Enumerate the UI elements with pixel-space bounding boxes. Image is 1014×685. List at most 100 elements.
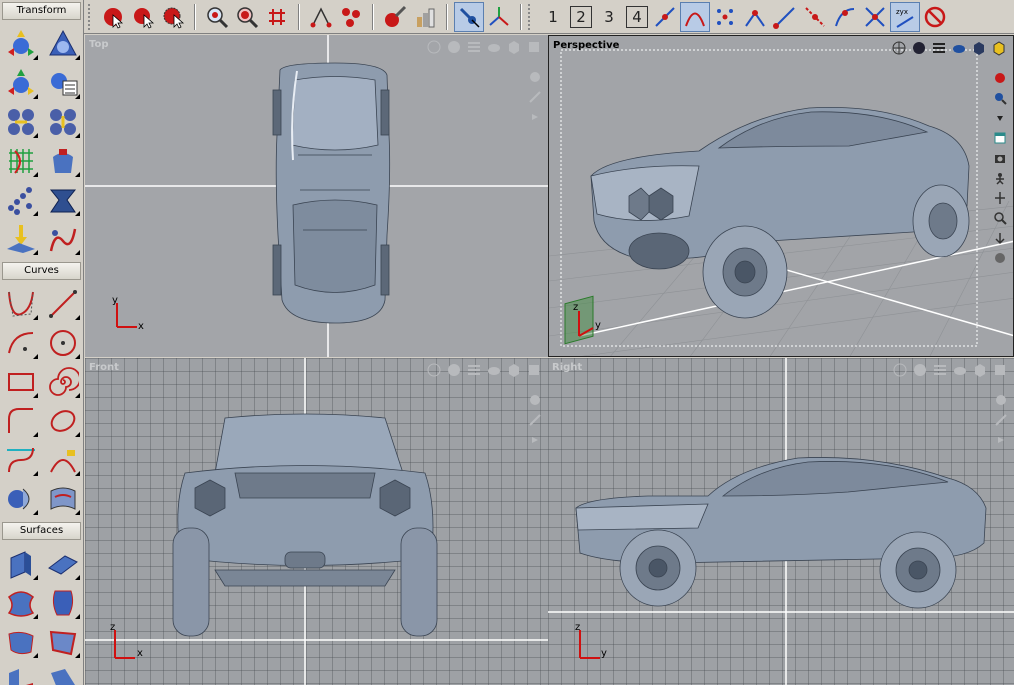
offset-curve-tool[interactable] — [43, 401, 83, 440]
shaded-icon[interactable] — [912, 362, 928, 378]
snap-point-button[interactable] — [710, 2, 740, 32]
shaded-icon[interactable] — [911, 40, 927, 56]
nav-down-icon[interactable] — [993, 230, 1007, 245]
nav-more-icon[interactable] — [528, 109, 542, 123]
wireframe-icon[interactable] — [426, 362, 442, 378]
lights-icon[interactable] — [951, 40, 967, 56]
loft-tool[interactable] — [1, 583, 41, 622]
nav-dolly-icon[interactable] — [993, 190, 1007, 204]
select-button[interactable] — [98, 2, 128, 32]
palette-title-curves[interactable]: Curves — [2, 262, 81, 280]
wireframe-icon[interactable] — [892, 362, 908, 378]
wireframe-icon[interactable] — [891, 40, 907, 56]
select-settings-button[interactable] — [158, 2, 188, 32]
deform-tool[interactable] — [43, 141, 83, 180]
spiral-tool[interactable] — [43, 362, 83, 401]
extrude-tool[interactable] — [1, 544, 41, 583]
curve-on-surface-tool[interactable] — [43, 479, 83, 518]
toolbar-grip[interactable] — [528, 3, 534, 30]
nav-pan-icon[interactable] — [528, 89, 542, 103]
nav-zoom-icon[interactable] — [993, 90, 1007, 105]
palette-title-transform[interactable]: Transform — [2, 2, 81, 20]
stop-button[interactable] — [920, 2, 950, 32]
zoom-out-button[interactable] — [232, 2, 262, 32]
nav-walk-icon[interactable] — [993, 170, 1007, 185]
circle-tool[interactable] — [43, 323, 83, 362]
box-icon[interactable] — [506, 39, 522, 55]
cube-icon[interactable] — [992, 362, 1008, 378]
nav-sphere-icon[interactable] — [993, 250, 1007, 264]
fillet-curve-tool[interactable] — [1, 401, 41, 440]
layout-2-button[interactable]: 2 — [570, 5, 592, 28]
cv-curve-tool[interactable] — [1, 284, 41, 323]
fillet-surface-tool[interactable] — [1, 661, 41, 685]
snap-intersect-button[interactable] — [830, 2, 860, 32]
bend-tool[interactable] — [43, 219, 83, 258]
lattice-tool[interactable] — [1, 141, 41, 180]
nav-save-view-icon[interactable] — [993, 130, 1007, 144]
array-tool[interactable] — [1, 180, 41, 219]
snap-curve-button[interactable] — [680, 1, 710, 32]
layers-button[interactable] — [410, 2, 440, 32]
snap-tangent-button[interactable] — [860, 2, 890, 32]
lights-icon[interactable] — [486, 39, 502, 55]
layout-3-button[interactable]: 3 — [596, 4, 622, 30]
zoom-in-button[interactable] — [202, 2, 232, 32]
snap-center-button[interactable] — [740, 2, 770, 32]
plane-tool[interactable] — [43, 544, 83, 583]
nav-more-icon[interactable] — [993, 110, 1007, 124]
nav-orbit-icon[interactable] — [528, 69, 542, 83]
viewport-top[interactable]: Top y x — [85, 35, 548, 357]
align-tool[interactable] — [1, 102, 41, 141]
grid-snap-button[interactable] — [262, 2, 292, 32]
viewport-perspective[interactable]: Perspective z y — [548, 35, 1014, 357]
xyz-lock-button[interactable]: zyx — [890, 1, 920, 32]
distribute-tool[interactable] — [43, 102, 83, 141]
line-tool[interactable] — [43, 284, 83, 323]
project-tool[interactable] — [1, 219, 41, 258]
layers-list-icon[interactable] — [466, 362, 482, 378]
cursor-pointer-button[interactable] — [454, 1, 484, 32]
axis-button[interactable] — [484, 2, 514, 32]
move-tool[interactable] — [1, 24, 41, 63]
viewport-front[interactable]: Front z x — [85, 358, 548, 685]
nav-orbit-icon[interactable] — [528, 392, 542, 406]
nav-orbit-icon[interactable] — [994, 392, 1008, 406]
wireframe-icon[interactable] — [426, 39, 442, 55]
cube-icon[interactable] — [991, 40, 1007, 56]
layers-list-icon[interactable] — [931, 40, 947, 56]
nav-magnify-icon[interactable] — [993, 210, 1007, 225]
measure-button[interactable] — [306, 2, 336, 32]
curve-network-tool[interactable] — [1, 479, 41, 518]
nav-camera-icon[interactable] — [993, 150, 1007, 164]
cube-icon[interactable] — [526, 39, 542, 55]
palette-title-surfaces[interactable]: Surfaces — [2, 522, 81, 540]
snap-grid-button[interactable] — [650, 2, 680, 32]
paint-button[interactable] — [380, 2, 410, 32]
nav-pan-icon[interactable] — [528, 412, 542, 426]
scale-tool[interactable] — [1, 63, 41, 102]
trim-curve-tool[interactable] — [43, 440, 83, 479]
lasso-select-button[interactable] — [128, 2, 158, 32]
nav-pan-icon[interactable] — [994, 412, 1008, 426]
nav-orbit-icon[interactable] — [993, 70, 1007, 84]
toolbar-grip[interactable] — [88, 3, 94, 30]
box-icon[interactable] — [506, 362, 522, 378]
lights-icon[interactable] — [486, 362, 502, 378]
layers-list-icon[interactable] — [932, 362, 948, 378]
shaded-icon[interactable] — [446, 39, 462, 55]
arc-tool[interactable] — [1, 323, 41, 362]
box-icon[interactable] — [972, 362, 988, 378]
boundary-surface-tool[interactable] — [43, 622, 83, 661]
rectangle-tool[interactable] — [1, 362, 41, 401]
shaded-icon[interactable] — [446, 362, 462, 378]
nav-more-icon[interactable] — [528, 432, 542, 446]
transform-options-tool[interactable] — [43, 63, 83, 102]
revolve-tool[interactable] — [43, 583, 83, 622]
snap-end-button[interactable] — [770, 2, 800, 32]
layout-1-button[interactable]: 1 — [540, 4, 566, 30]
sweep-tool[interactable] — [1, 622, 41, 661]
nav-more-icon[interactable] — [994, 432, 1008, 446]
blend-surface-tool[interactable] — [43, 661, 83, 685]
rotate-tool[interactable] — [43, 24, 83, 63]
